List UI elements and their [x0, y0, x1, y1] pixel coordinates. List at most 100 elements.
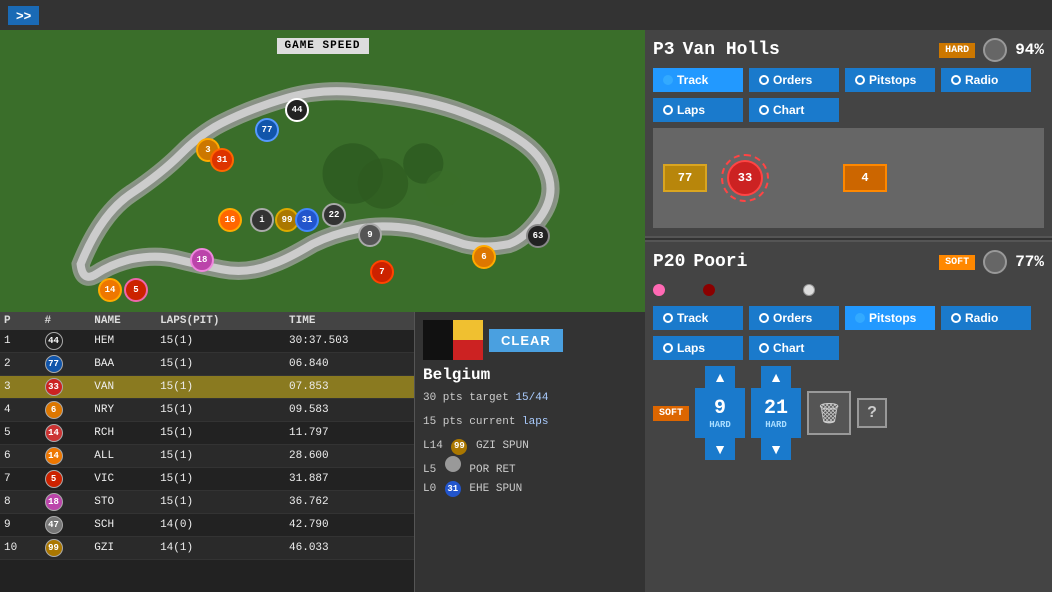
nav-button[interactable]: >> [8, 6, 39, 25]
cell-time: 31.887 [285, 468, 414, 491]
cell-time: 11.797 [285, 422, 414, 445]
event-team: GZI [476, 440, 496, 452]
country-name: Belgium [423, 366, 637, 384]
col-laps: LAPS(PIT) [156, 312, 285, 330]
clear-button[interactable]: CLEAR [489, 329, 563, 352]
cell-name: GZI [90, 537, 156, 560]
radio-dot [951, 75, 961, 85]
pit1-down[interactable]: ▼ [705, 438, 735, 460]
pit1-number: 9 [714, 397, 726, 420]
cell-time: 09.583 [285, 399, 414, 422]
divider [645, 238, 1052, 240]
pit1-up[interactable]: ▲ [705, 366, 735, 388]
left-panel: GAME SPEED 447733116i9931229187663145 [0, 30, 645, 592]
col-time: TIME [285, 312, 414, 330]
table-row: 4 6 NRY 15(1) 09.583 [0, 399, 414, 422]
pit2-box: 21 HARD [751, 388, 801, 438]
p20-btn-orders2[interactable]: Orders [749, 306, 839, 330]
pit1-label: HARD [709, 420, 731, 430]
right-panel: P3 Van Holls HARD 94% TrackOrdersPitstop… [645, 30, 1052, 592]
event-lap: L5 [423, 464, 436, 476]
tyre-dot-2 [703, 284, 715, 296]
event-team: EHE [469, 483, 489, 495]
pts-15-target: current [469, 416, 522, 428]
tyre-dot-3 [803, 284, 815, 296]
event-type: RET [496, 464, 516, 476]
cell-laps: 14(1) [156, 537, 285, 560]
p20-btn-chart2[interactable]: Chart [749, 336, 839, 360]
cell-pos: 1 [0, 330, 41, 353]
game-speed-label: GAME SPEED [276, 38, 368, 54]
p20-btn-track2[interactable]: Track [653, 306, 743, 330]
p3-btn-pitstops[interactable]: Pitstops [845, 68, 935, 92]
radio-dot [759, 343, 769, 353]
pit2-number: 21 [764, 397, 788, 420]
cell-time: 06.840 [285, 353, 414, 376]
p3-track-view: 77 33 4 [653, 128, 1044, 228]
p3-card: P3 Van Holls HARD 94% TrackOrdersPitstop… [645, 30, 1052, 236]
help-button[interactable]: ? [857, 398, 887, 428]
car-33-mini: 33 [727, 160, 763, 196]
flag-black [423, 320, 453, 360]
p3-radio-buttons: TrackOrdersPitstopsRadio LapsChart [653, 68, 1044, 122]
cell-name: SCH [90, 514, 156, 537]
cell-time: 46.033 [285, 537, 414, 560]
cell-name: VIC [90, 468, 156, 491]
table-row: 3 33 VAN 15(1) 07.853 [0, 376, 414, 399]
cell-name: RCH [90, 422, 156, 445]
p3-btn-laps[interactable]: Laps [653, 98, 743, 122]
main-content: GAME SPEED 447733116i9931229187663145 [0, 30, 1052, 592]
cell-pos: 10 [0, 537, 41, 560]
radio-dot [855, 75, 865, 85]
col-name: NAME [90, 312, 156, 330]
p3-btn-track[interactable]: Track [653, 68, 743, 92]
cell-laps: 15(1) [156, 491, 285, 514]
event-type: SPUN [502, 440, 528, 452]
pts-15-val: laps [522, 416, 548, 428]
p20-btn-laps2[interactable]: Laps [653, 336, 743, 360]
event-team: POR [469, 464, 489, 476]
flag-yellow [453, 320, 483, 340]
pts-30-label: 30 pts [423, 392, 463, 404]
p3-btn-radio[interactable]: Radio [941, 68, 1031, 92]
pit2-up[interactable]: ▲ [761, 366, 791, 388]
cell-pos: 2 [0, 353, 41, 376]
cell-laps: 15(1) [156, 445, 285, 468]
radio-dot [663, 343, 673, 353]
p3-btn-orders[interactable]: Orders [749, 68, 839, 92]
event-item: L14 99 GZI SPUN [423, 437, 637, 456]
flag-red [453, 340, 483, 360]
p20-btn-radio2[interactable]: Radio [941, 306, 1031, 330]
p20-compound-circle [983, 250, 1007, 274]
p20-pct: 77% [1015, 253, 1044, 271]
cell-laps: 15(1) [156, 399, 285, 422]
table-header: P # NAME LAPS(PIT) TIME [0, 312, 414, 330]
tyre-dot-1 [653, 284, 665, 296]
p3-header: P3 Van Holls HARD 94% [653, 38, 1044, 62]
cell-name: NRY [90, 399, 156, 422]
radio-dot [951, 313, 961, 323]
standings-body: 1 44 HEM 15(1) 30:37.503 2 77 BAA 15(1) … [0, 330, 414, 560]
p3-name: Van Holls [683, 40, 932, 60]
cell-num: 47 [41, 514, 91, 537]
table-row: 2 77 BAA 15(1) 06.840 [0, 353, 414, 376]
p20-header: P20 Poori SOFT 77% [653, 250, 1044, 274]
cell-pos: 4 [0, 399, 41, 422]
cell-laps: 15(1) [156, 468, 285, 491]
soft-badge: SOFT [653, 406, 689, 421]
cell-pos: 5 [0, 422, 41, 445]
flag-right-cols [453, 320, 483, 360]
pts-row-30: 30 pts target 15/44 [423, 390, 637, 408]
track-svg [0, 30, 645, 312]
car-4-mini: 4 [843, 164, 887, 192]
cell-num: 77 [41, 353, 91, 376]
pit2-down[interactable]: ▼ [761, 438, 791, 460]
cell-pos: 3 [0, 376, 41, 399]
p20-btn-pitstops2[interactable]: Pitstops [845, 306, 935, 330]
p3-btn-chart[interactable]: Chart [749, 98, 839, 122]
radio-dot [663, 313, 673, 323]
cell-num: 14 [41, 445, 91, 468]
cell-time: 30:37.503 [285, 330, 414, 353]
pts-30-val: 15/44 [515, 392, 548, 404]
delete-pitstop-button[interactable]: 🗑 [807, 391, 851, 435]
